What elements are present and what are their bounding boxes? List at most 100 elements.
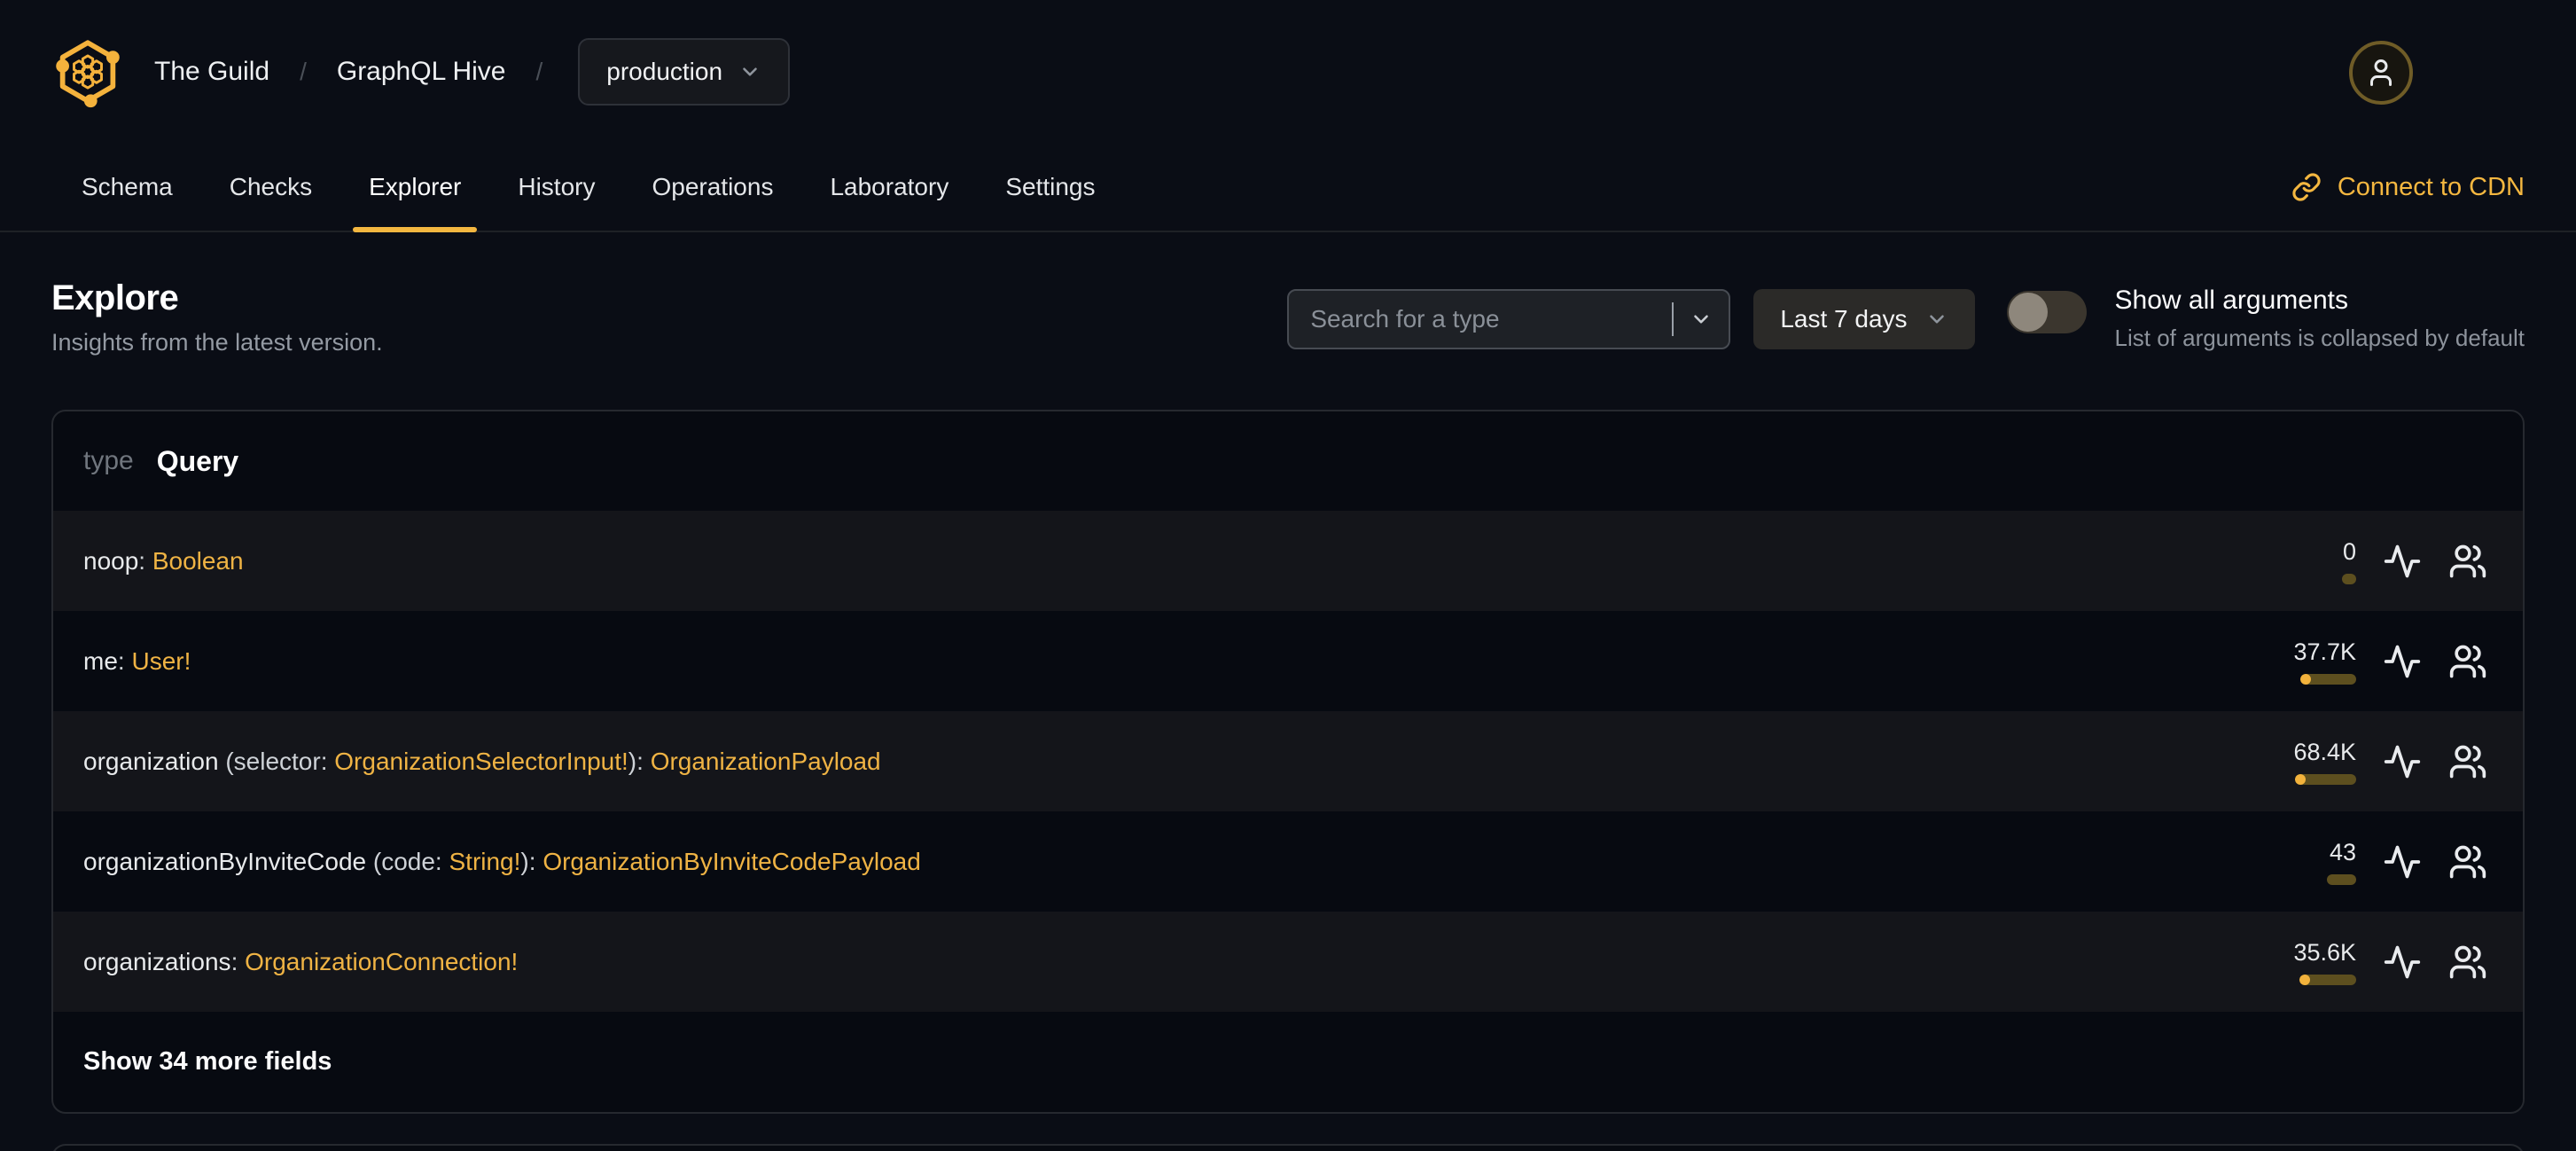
tab-settings[interactable]: Settings — [989, 144, 1111, 231]
tab-operations[interactable]: Operations — [636, 144, 789, 231]
user-icon — [2370, 59, 2392, 86]
field-plain: (selector: — [218, 747, 335, 775]
activity-icon[interactable] — [2383, 742, 2422, 781]
field-type: OrganizationPayload — [650, 747, 881, 775]
activity-icon[interactable] — [2383, 542, 2422, 581]
explore-page: Explore Insights from the latest version… — [0, 232, 2576, 1151]
activity-icon[interactable] — [2383, 642, 2422, 681]
toggle-knob — [2008, 293, 2048, 332]
breadcrumb-separator: / — [535, 58, 543, 85]
field-signature: me: User! — [83, 647, 191, 676]
type-name[interactable]: Query — [157, 445, 238, 478]
target-selector-label: production — [606, 58, 723, 85]
users-icon[interactable] — [2448, 542, 2487, 581]
usage-bar — [2342, 573, 2356, 584]
next-type-card — [51, 1144, 2525, 1151]
field-signature: organizationByInviteCode (code: String!)… — [83, 848, 921, 876]
field-type: String! — [449, 847, 521, 875]
usage-stat: 35.6K — [2241, 939, 2356, 985]
usage-bar — [2300, 673, 2356, 685]
page-heading: Explore Insights from the latest version… — [51, 278, 383, 356]
field-row[interactable]: organizationByInviteCode (code: String!)… — [53, 811, 2523, 912]
app-header: The Guild / GraphQL Hive / production Sc… — [0, 0, 2576, 232]
tab-schema[interactable]: Schema — [66, 144, 189, 231]
field-stats: 0 — [2241, 538, 2487, 584]
usage-count: 0 — [2342, 537, 2356, 565]
period-selector-button[interactable]: Last 7 days — [1753, 288, 1975, 349]
field-signature: noop: Boolean — [83, 547, 244, 576]
toggle-labels: Show all arguments List of arguments is … — [2115, 286, 2525, 352]
chevron-down-icon — [1929, 314, 1944, 324]
users-icon[interactable] — [2448, 943, 2487, 982]
chevron-down-icon — [743, 67, 757, 76]
type-card: type Query noop: Boolean 0 me: User! 37.7K… — [51, 410, 2525, 1114]
tab-laboratory[interactable]: Laboratory — [814, 144, 964, 231]
field-name: organizationByInviteCode — [83, 847, 367, 875]
search-input[interactable] — [1310, 304, 1657, 333]
field-signature: organization (selector: OrganizationSele… — [83, 748, 881, 776]
field-type: OrganizationByInviteCodePayload — [543, 847, 921, 875]
field-row[interactable]: me: User! 37.7K — [53, 611, 2523, 711]
link-icon — [2292, 173, 2321, 201]
show-arguments-control: Show all arguments List of arguments is … — [2006, 286, 2525, 352]
breadcrumb-separator: / — [300, 58, 307, 85]
hive-logo-icon[interactable] — [51, 35, 124, 108]
usage-stat: 0 — [2241, 538, 2356, 584]
field-row[interactable]: noop: Boolean 0 — [53, 511, 2523, 611]
activity-icon[interactable] — [2383, 842, 2422, 881]
activity-icon[interactable] — [2383, 943, 2422, 982]
field-row[interactable]: organization (selector: OrganizationSele… — [53, 711, 2523, 811]
usage-bar — [2299, 974, 2356, 985]
tab-checks[interactable]: Checks — [214, 144, 328, 231]
usage-count: 35.6K — [2293, 938, 2356, 966]
connect-cdn-link[interactable]: Connect to CDN — [2291, 172, 2525, 202]
field-plain: ): — [628, 747, 651, 775]
users-icon[interactable] — [2448, 742, 2487, 781]
field-name: organizations — [83, 947, 231, 975]
field-type: Boolean — [152, 546, 244, 575]
explore-controls: Last 7 days Show all arguments List of a… — [1287, 286, 2525, 352]
field-plain: : — [117, 646, 132, 675]
chevron-down-icon[interactable] — [1690, 308, 1713, 331]
show-arguments-toggle[interactable] — [2006, 291, 2087, 333]
field-plain: : — [138, 546, 152, 575]
usage-count: 37.7K — [2293, 638, 2356, 665]
show-more-fields-button[interactable]: Show 34 more fields — [53, 1012, 2523, 1112]
users-icon[interactable] — [2448, 842, 2487, 881]
target-selector-button[interactable]: production — [578, 38, 791, 106]
combobox-divider — [1672, 301, 1674, 336]
field-type: OrganizationConnection! — [245, 947, 519, 975]
field-signature: organizations: OrganizationConnection! — [83, 948, 518, 976]
usage-bar-tip — [2300, 673, 2311, 685]
toggle-label: Show all arguments — [2114, 286, 2348, 315]
field-stats: 68.4K — [2241, 739, 2487, 785]
field-stats: 43 — [2241, 839, 2487, 885]
tab-history[interactable]: History — [502, 144, 611, 231]
type-kind-label: type — [83, 446, 134, 475]
connect-cdn-label: Connect to CDN — [2337, 172, 2525, 201]
user-avatar[interactable] — [2349, 41, 2413, 105]
nav-tabs: Schema Checks Explorer History Operations Lab… — [66, 144, 1136, 232]
field-plain: : — [230, 947, 246, 975]
page-subtitle: Insights from the latest version. — [51, 329, 383, 356]
page-title: Explore — [51, 278, 179, 317]
field-plain: (code: — [366, 847, 449, 875]
usage-count: 68.4K — [2293, 738, 2356, 765]
usage-stat: 43 — [2241, 839, 2356, 885]
field-type: User! — [131, 646, 191, 675]
toggle-description: List of arguments is collapsed by defaul… — [2114, 325, 2525, 351]
usage-bar-tip — [2295, 773, 2306, 785]
type-search-combobox[interactable] — [1287, 288, 1731, 349]
tab-explorer[interactable]: Explorer — [353, 144, 478, 232]
main-nav: Schema Checks Explorer History Operations Lab… — [0, 144, 2576, 232]
users-icon[interactable] — [2448, 642, 2487, 681]
field-name: me — [83, 646, 118, 675]
usage-stat: 37.7K — [2241, 638, 2356, 685]
breadcrumb-project[interactable]: GraphQL Hive — [337, 57, 506, 87]
field-plain: ): — [520, 847, 543, 875]
type-card-header: type Query — [53, 411, 2523, 511]
breadcrumb: The Guild / GraphQL Hive / production — [0, 0, 2576, 144]
breadcrumb-org[interactable]: The Guild — [154, 57, 269, 87]
field-row[interactable]: organizations: OrganizationConnection! 35… — [53, 912, 2523, 1012]
field-name: organization — [83, 747, 219, 775]
